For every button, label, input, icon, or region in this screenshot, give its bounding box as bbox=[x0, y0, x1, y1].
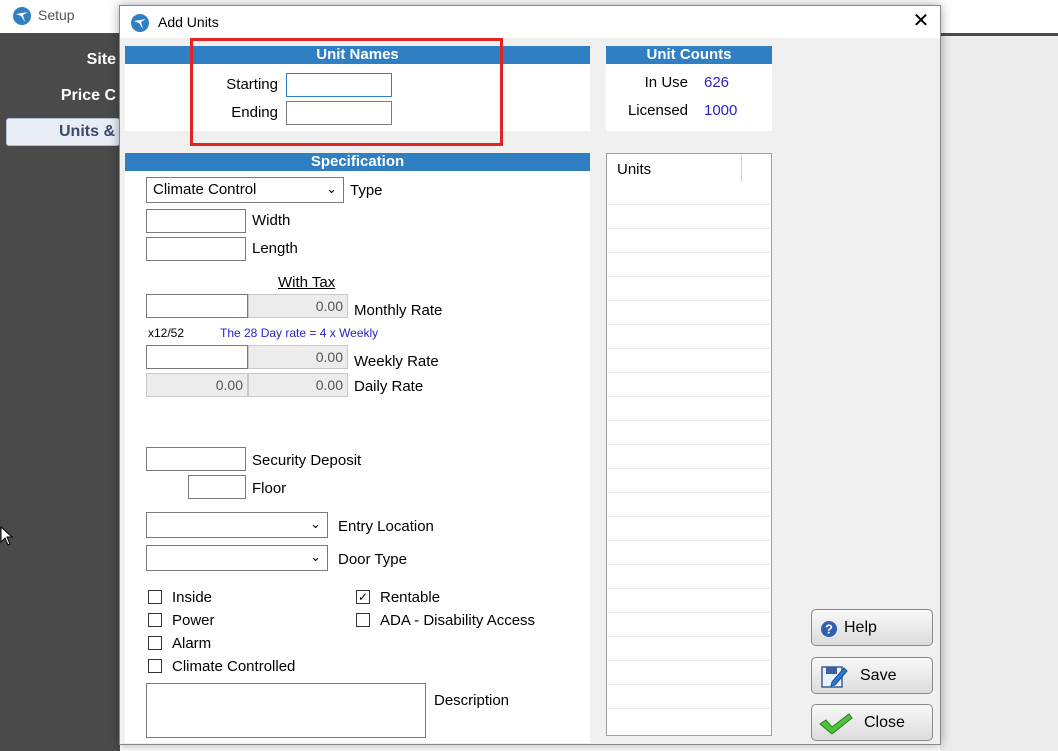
in-use-value: 626 bbox=[704, 74, 730, 91]
close-icon[interactable]: ✕ bbox=[910, 10, 932, 32]
door-type-select[interactable]: ⌄ bbox=[146, 545, 328, 571]
ada-label: ADA - Disability Access bbox=[380, 612, 536, 629]
specification-header: Specification bbox=[125, 153, 590, 171]
save-label: Save bbox=[860, 667, 897, 684]
door-type-label: Door Type bbox=[338, 551, 407, 568]
licensed-label: Licensed bbox=[627, 102, 688, 119]
dialog-logo-icon bbox=[131, 14, 149, 32]
rentable-checkbox[interactable]: ✓ bbox=[356, 590, 370, 604]
list-row bbox=[608, 276, 770, 277]
list-row bbox=[608, 420, 770, 421]
length-label: Length bbox=[252, 240, 298, 257]
list-row bbox=[608, 588, 770, 589]
save-button[interactable]: Save bbox=[811, 657, 933, 694]
weekly-rate-with-tax bbox=[248, 345, 348, 369]
list-row bbox=[608, 348, 770, 349]
weekly-rate-input[interactable] bbox=[146, 345, 248, 369]
width-input[interactable] bbox=[146, 209, 246, 233]
licensed-value: 1000 bbox=[704, 102, 738, 119]
weekly-rate-label: Weekly Rate bbox=[354, 353, 439, 370]
monthly-rate-label: Monthly Rate bbox=[354, 302, 443, 319]
security-deposit-label: Security Deposit bbox=[252, 452, 362, 469]
inside-label: Inside bbox=[172, 589, 213, 606]
list-row bbox=[608, 540, 770, 541]
with-tax-label: With Tax bbox=[278, 274, 336, 291]
mouse-cursor-icon bbox=[0, 526, 14, 546]
chevron-down-icon: ⌄ bbox=[310, 549, 321, 564]
power-label: Power bbox=[172, 612, 215, 629]
list-row bbox=[608, 636, 770, 637]
type-select-value: Climate Control bbox=[153, 181, 257, 198]
close-button[interactable]: Close bbox=[811, 704, 933, 741]
background-panel bbox=[940, 33, 1058, 751]
in-use-label: In Use bbox=[644, 74, 688, 91]
daily-rate-label: Daily Rate bbox=[354, 378, 424, 395]
list-row bbox=[608, 444, 770, 445]
checkmark-icon bbox=[819, 713, 853, 735]
list-row bbox=[608, 684, 770, 685]
climate-controlled-checkbox[interactable] bbox=[148, 659, 162, 673]
length-input[interactable] bbox=[146, 237, 246, 261]
units-list-column-divider bbox=[741, 154, 742, 182]
sidebar-item-site[interactable]: Site bbox=[87, 51, 120, 69]
list-row bbox=[608, 708, 770, 709]
units-list[interactable]: Units bbox=[606, 153, 772, 736]
list-row bbox=[608, 252, 770, 253]
list-row bbox=[608, 300, 770, 301]
width-label: Width bbox=[252, 212, 291, 229]
highlight-box bbox=[190, 38, 503, 146]
daily-rate-with-tax bbox=[248, 373, 348, 397]
entry-location-label: Entry Location bbox=[338, 518, 434, 535]
monthly-rate-input[interactable] bbox=[146, 294, 248, 318]
sidebar: Site Price C Units & bbox=[0, 33, 120, 751]
floor-input[interactable] bbox=[188, 475, 246, 499]
security-deposit-input[interactable] bbox=[146, 447, 246, 471]
list-row bbox=[608, 468, 770, 469]
help-label: Help bbox=[844, 619, 877, 636]
climate-controlled-label: Climate Controlled bbox=[172, 658, 296, 675]
power-checkbox[interactable] bbox=[148, 613, 162, 627]
units-list-header: Units bbox=[617, 161, 652, 178]
sidebar-item-price[interactable]: Price C bbox=[61, 87, 120, 105]
list-row bbox=[608, 396, 770, 397]
svg-text:?: ? bbox=[825, 622, 833, 637]
close-label: Close bbox=[864, 714, 905, 731]
list-row bbox=[608, 516, 770, 517]
description-textarea[interactable] bbox=[146, 683, 426, 738]
ada-checkbox[interactable] bbox=[356, 613, 370, 627]
list-row bbox=[608, 492, 770, 493]
inside-checkbox[interactable] bbox=[148, 590, 162, 604]
rentable-label: Rentable bbox=[380, 589, 441, 606]
add-units-dialog: Add Units ✕ Unit Names Starting Ending U… bbox=[119, 5, 941, 745]
type-select[interactable]: Climate Control ⌄ bbox=[146, 177, 344, 203]
app-logo-icon bbox=[13, 7, 31, 25]
rate-note: The 28 Day rate = 4 x Weekly bbox=[220, 326, 379, 340]
dialog-body: Unit Names Starting Ending Unit Counts I… bbox=[120, 38, 940, 744]
chevron-down-icon: ⌄ bbox=[326, 181, 337, 196]
description-label: Description bbox=[434, 692, 510, 709]
chevron-down-icon: ⌄ bbox=[310, 516, 321, 531]
monthly-rate-with-tax bbox=[248, 294, 348, 318]
list-row bbox=[608, 372, 770, 373]
list-row bbox=[608, 660, 770, 661]
sidebar-item-units[interactable]: Units & bbox=[6, 118, 120, 146]
alarm-label: Alarm bbox=[172, 635, 212, 652]
help-icon: ? bbox=[821, 621, 837, 637]
list-row bbox=[608, 204, 770, 205]
save-icon bbox=[821, 666, 848, 688]
floor-label: Floor bbox=[252, 480, 287, 497]
unit-counts-header: Unit Counts bbox=[606, 46, 772, 64]
help-button[interactable]: ? Help bbox=[811, 609, 933, 646]
daily-rate-input bbox=[146, 373, 248, 397]
alarm-checkbox[interactable] bbox=[148, 636, 162, 650]
list-row bbox=[608, 228, 770, 229]
type-label: Type bbox=[350, 182, 383, 199]
list-row bbox=[608, 612, 770, 613]
ratio-label: x12/52 bbox=[148, 326, 185, 340]
entry-location-select[interactable]: ⌄ bbox=[146, 512, 328, 538]
app-title: Setup bbox=[38, 7, 75, 23]
list-row bbox=[608, 324, 770, 325]
list-row bbox=[608, 564, 770, 565]
dialog-title: Add Units bbox=[158, 14, 219, 30]
